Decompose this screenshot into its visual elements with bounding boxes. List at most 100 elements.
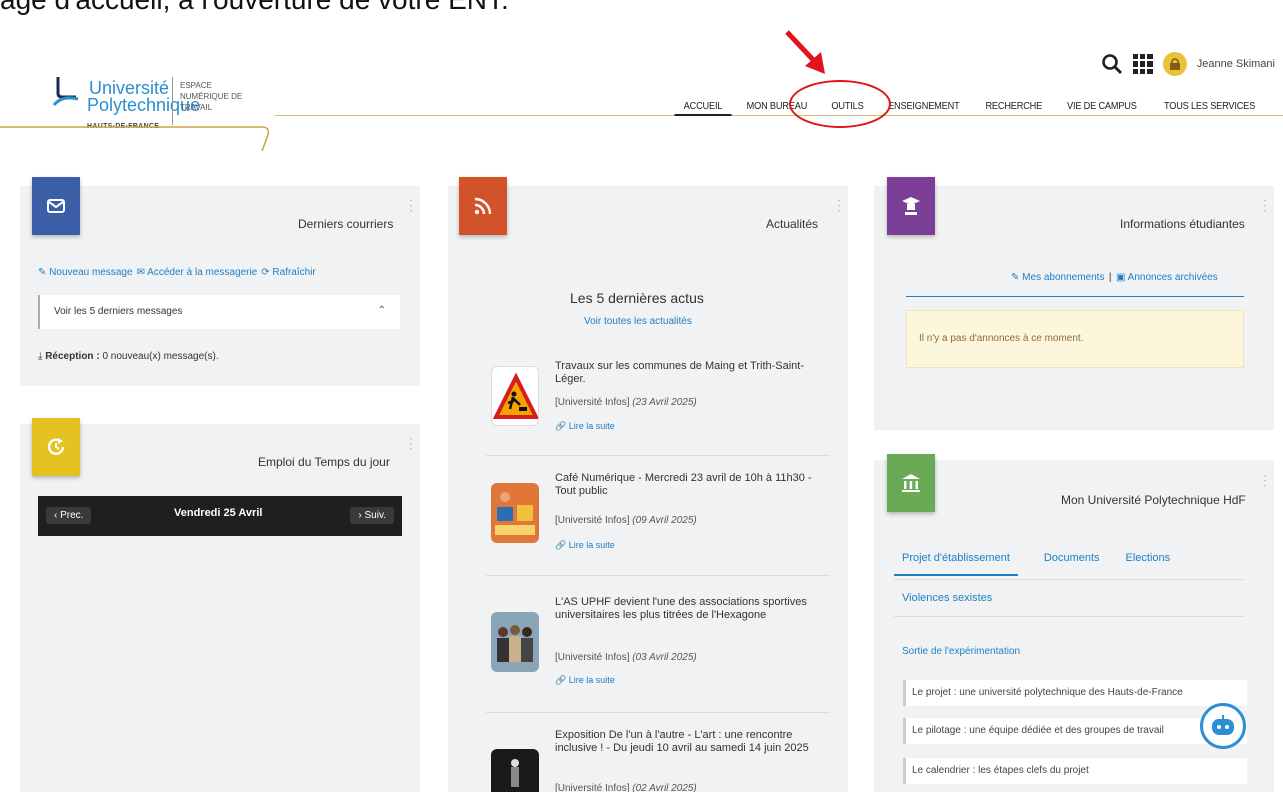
news-item-title: Exposition De l'un à l'autre - L'art : u… bbox=[555, 729, 809, 754]
news-item-meta: [Université Infos] (02 Avril 2025) bbox=[555, 783, 697, 792]
read-more-link[interactable]: 🔗 Lire la suite bbox=[555, 540, 615, 551]
student-info-card-icon bbox=[887, 177, 935, 235]
schedule-card-menu-icon[interactable]: ⋮ bbox=[404, 436, 418, 450]
open-mailbox-link[interactable]: ✉ Accéder à la messagerie bbox=[137, 267, 258, 278]
uphf-section-title: Sortie de l'expérimentation bbox=[902, 646, 1021, 657]
read-more-label: Lire la suite bbox=[568, 421, 615, 431]
reception-status: ⤓ Réception : 0 nouveau(x) message(s). bbox=[38, 351, 219, 362]
subscriptions-link[interactable]: ✎ Mes abonnements bbox=[1011, 272, 1104, 283]
archived-label: Annonces archivées bbox=[1127, 272, 1218, 283]
search-icon[interactable] bbox=[1101, 53, 1123, 75]
schedule-navigator: ‹ Prec. Vendredi 25 Avril › Suiv. bbox=[38, 496, 402, 536]
refresh-label: Rafraîchir bbox=[272, 267, 316, 278]
graduate-icon bbox=[902, 197, 920, 215]
nav-recherche[interactable]: RECHERCHE bbox=[976, 101, 1051, 116]
exhibition-photo-icon bbox=[491, 749, 539, 792]
header-underline-decoration bbox=[0, 115, 1283, 152]
cafe-illustration-icon bbox=[491, 483, 539, 543]
nav-tous-les-services[interactable]: TOUS LES SERVICES bbox=[1155, 101, 1265, 116]
mail-card-title: Derniers courriers bbox=[298, 217, 394, 231]
clock-refresh-icon bbox=[47, 438, 65, 455]
news-item[interactable]: Exposition De l'un à l'autre - L'art : u… bbox=[491, 729, 831, 792]
topbar-tools: Jeanne Skimani bbox=[1101, 52, 1275, 76]
new-message-link[interactable]: ✎ Nouveau message bbox=[38, 267, 133, 278]
news-item-title: Travaux sur les communes de Maing et Tri… bbox=[555, 360, 805, 385]
student-info-links: ✎ Mes abonnements | ▣ Annonces archivées bbox=[1011, 267, 1218, 285]
schedule-card-title: Emploi du Temps du jour bbox=[258, 455, 390, 469]
uphf-card-title: Mon Université Polytechnique HdF bbox=[1061, 493, 1246, 507]
uphf-tabs-divider bbox=[894, 579, 1244, 580]
read-more-link[interactable]: 🔗 Lire la suite bbox=[555, 675, 615, 686]
mail-card-icon bbox=[32, 177, 80, 235]
reception-label: Réception : bbox=[45, 351, 100, 362]
university-logo-icon[interactable] bbox=[52, 75, 80, 115]
news-item[interactable]: Café Numérique - Mercredi 23 avril de 10… bbox=[491, 472, 831, 552]
logo-ent-text: ESPACE NUMÉRIQUE DE TRAVAIL bbox=[180, 81, 243, 112]
institution-icon bbox=[902, 474, 920, 492]
next-day-button[interactable]: › Suiv. bbox=[350, 507, 394, 524]
prev-day-button[interactable]: ‹ Prec. bbox=[46, 507, 92, 524]
news-item-date: (03 Avril 2025) bbox=[632, 652, 697, 663]
news-item-title: Café Numérique - Mercredi 23 avril de 10… bbox=[555, 472, 812, 497]
mail-card-menu-icon[interactable]: ⋮ bbox=[404, 198, 418, 212]
news-item-date: (02 Avril 2025) bbox=[632, 783, 697, 792]
news-item-source: [Université Infos] bbox=[555, 783, 630, 792]
read-more-link[interactable]: 🔗 Lire la suite bbox=[555, 421, 615, 432]
next-day-label: Suiv. bbox=[364, 510, 387, 521]
prev-day-label: Prec. bbox=[60, 510, 84, 521]
chevron-up-icon: ⌃ bbox=[377, 305, 386, 316]
open-mailbox-label: Accéder à la messagerie bbox=[147, 267, 258, 278]
tab-documents[interactable]: Documents bbox=[1044, 552, 1100, 576]
news-item[interactable]: Travaux sur les communes de Maing et Tri… bbox=[491, 360, 831, 440]
user-name[interactable]: Jeanne Skimani bbox=[1197, 58, 1275, 70]
announcements-divider bbox=[906, 296, 1244, 297]
archived-link[interactable]: ▣ Annonces archivées bbox=[1116, 272, 1218, 283]
roadworks-sign-icon bbox=[491, 366, 539, 426]
news-divider bbox=[486, 712, 830, 713]
schedule-card-icon bbox=[32, 418, 80, 476]
all-news-link[interactable]: Voir toutes les actualités bbox=[584, 316, 692, 327]
news-item[interactable]: L'AS UPHF devient l'une des associations… bbox=[491, 596, 831, 686]
tab-projet-etablissement[interactable]: Projet d'établissement bbox=[894, 552, 1018, 576]
highlight-circle-annotation bbox=[789, 80, 891, 128]
envelope-icon bbox=[47, 199, 65, 213]
uphf-list-item[interactable]: Le calendrier : les étapes clefs du proj… bbox=[903, 758, 1247, 784]
student-info-card-menu-icon[interactable]: ⋮ bbox=[1258, 198, 1272, 212]
news-item-source: [Université Infos] bbox=[555, 397, 630, 408]
subscriptions-label: Mes abonnements bbox=[1022, 272, 1105, 283]
uphf-list-item[interactable]: Le projet : une université polytechnique… bbox=[903, 680, 1247, 706]
schedule-date: Vendredi 25 Avril bbox=[174, 507, 263, 519]
download-icon: ⤓ bbox=[38, 351, 43, 362]
grid-icon[interactable] bbox=[1132, 54, 1153, 74]
new-message-label: Nouveau message bbox=[49, 267, 133, 278]
news-card-title: Actualités bbox=[766, 217, 819, 231]
schedule-card bbox=[20, 424, 420, 792]
tab-elections[interactable]: Elections bbox=[1126, 552, 1171, 576]
nav-accueil[interactable]: ACCUEIL bbox=[674, 101, 732, 116]
red-arrow-annotation bbox=[785, 30, 825, 74]
robot-icon bbox=[1212, 715, 1234, 735]
nav-enseignement[interactable]: ENSEIGNEMENT bbox=[879, 101, 969, 116]
announcements-empty-text: Il n'y a pas d'annonces à ce moment. bbox=[919, 333, 1084, 344]
chatbot-button[interactable] bbox=[1200, 703, 1246, 749]
refresh-link[interactable]: ⟳ Rafraîchir bbox=[261, 267, 316, 278]
main-navigation: ACCUEIL MON BUREAU OUTILS ENSEIGNEMENT R… bbox=[672, 101, 1269, 116]
lock-avatar-icon[interactable] bbox=[1162, 52, 1187, 76]
uphf-tabs: Projet d'établissement Documents Electio… bbox=[894, 552, 1170, 576]
links-separator: | bbox=[1108, 272, 1112, 283]
news-item-meta: [Université Infos] (09 Avril 2025) bbox=[555, 515, 697, 526]
mail-actions: ✎ Nouveau message ✉ Accéder à la message… bbox=[38, 267, 316, 278]
news-card-menu-icon[interactable]: ⋮ bbox=[832, 198, 846, 212]
news-divider bbox=[486, 575, 830, 576]
uphf-list-item[interactable]: Le pilotage : une équipe dédiée et des g… bbox=[903, 718, 1247, 744]
news-item-meta: [Université Infos] (03 Avril 2025) bbox=[555, 652, 697, 663]
tab-violences-sexistes[interactable]: Violences sexistes bbox=[902, 592, 992, 604]
news-divider bbox=[486, 455, 830, 456]
news-item-source: [Université Infos] bbox=[555, 652, 630, 663]
uphf-card-menu-icon[interactable]: ⋮ bbox=[1258, 473, 1272, 487]
messages-dropdown[interactable]: Voir les 5 derniers messages ⌃ bbox=[38, 295, 400, 329]
news-item-date: (23 Avril 2025) bbox=[632, 397, 697, 408]
nav-vie-de-campus[interactable]: VIE DE CAMPUS bbox=[1058, 101, 1146, 116]
news-item-date: (09 Avril 2025) bbox=[632, 515, 697, 526]
uphf-card-icon bbox=[887, 454, 935, 512]
